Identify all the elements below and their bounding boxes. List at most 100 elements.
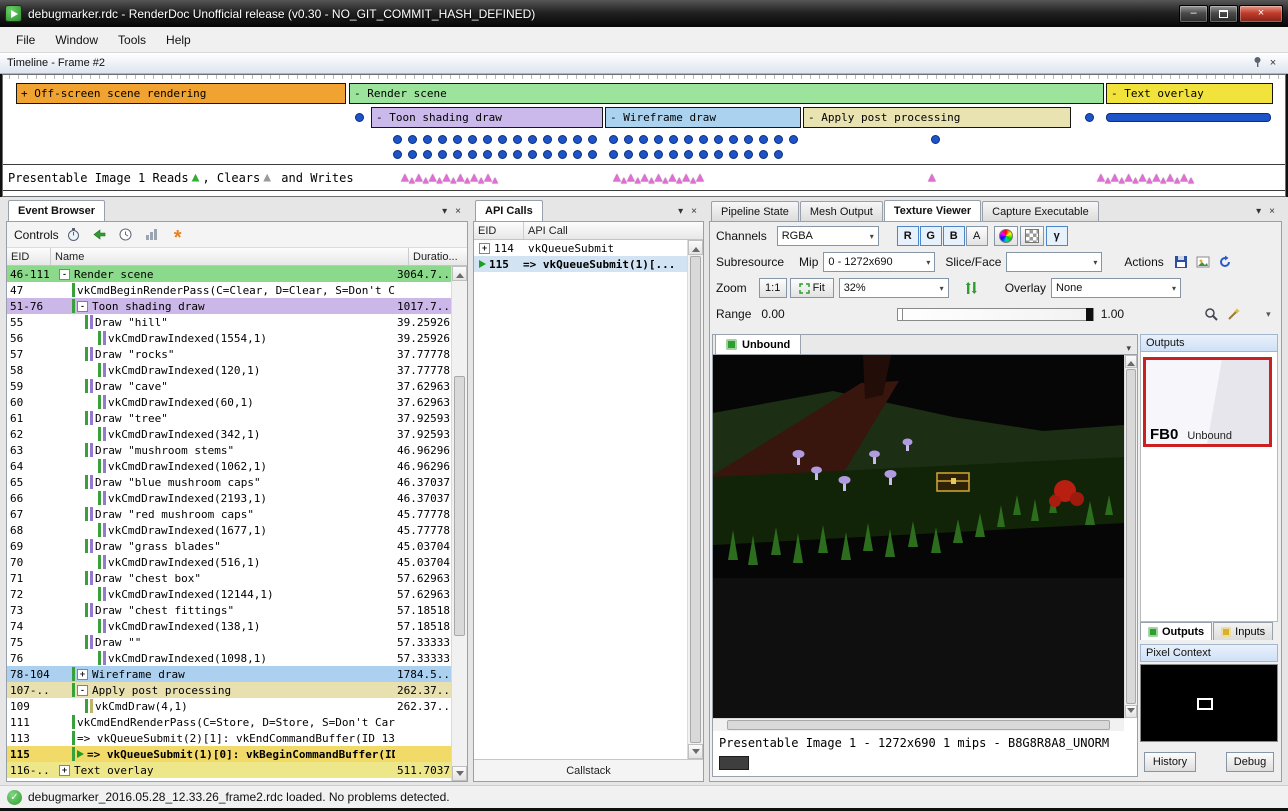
green-channel-button[interactable]: G [920, 226, 942, 246]
range-white-point-handle[interactable] [1086, 308, 1093, 321]
open-texture-list-button[interactable] [1192, 252, 1214, 272]
event-row[interactable]: 78-104+Wireframe draw1784.5... [7, 666, 451, 682]
event-row[interactable]: 57Draw "rocks"37.77778 [7, 346, 451, 362]
event-row[interactable]: 75Draw ""57.33333 [7, 634, 451, 650]
toolbar-overflow-icon[interactable]: ▾ [1266, 309, 1271, 320]
draw-call-pip[interactable] [528, 135, 537, 144]
draw-call-pip[interactable] [513, 135, 522, 144]
event-row[interactable]: 56vkCmdDrawIndexed(1554,1)39.25926 [7, 330, 451, 346]
scroll-up-arrow[interactable] [452, 266, 467, 281]
draw-call-pip[interactable] [438, 135, 447, 144]
draw-call-pip[interactable] [759, 135, 768, 144]
range-max-value[interactable]: 1.00 [1101, 307, 1124, 321]
event-row[interactable]: 72vkCmdDrawIndexed(12144,1)57.62963 [7, 586, 451, 602]
draw-call-pip[interactable] [543, 150, 552, 159]
draw-call-pip[interactable] [774, 135, 783, 144]
blue-channel-button[interactable]: B [943, 226, 965, 246]
draw-call-pip[interactable] [408, 135, 417, 144]
draw-call-pip[interactable] [558, 135, 567, 144]
draw-call-pip[interactable] [609, 135, 618, 144]
time-draws-button[interactable] [63, 225, 85, 245]
event-row[interactable]: 73Draw "chest fittings"57.18518 [7, 602, 451, 618]
draw-call-pip[interactable] [423, 135, 432, 144]
scroll-thumb[interactable] [454, 376, 465, 636]
draw-call-pip[interactable] [624, 135, 633, 144]
draw-call-pip[interactable] [423, 150, 432, 159]
tab-pipeline-state[interactable]: Pipeline State [711, 201, 799, 221]
callstack-section[interactable]: Callstack [474, 759, 703, 781]
api-call-row[interactable]: + 114 vkQueueSubmit [474, 240, 687, 256]
event-row[interactable]: 68vkCmdDrawIndexed(1677,1)45.77778 [7, 522, 451, 538]
event-activity-bar[interactable] [1106, 113, 1271, 122]
tab-api-calls[interactable]: API Calls [475, 200, 543, 221]
column-duration[interactable]: Duratio... [409, 248, 467, 265]
event-row[interactable]: 111vkCmdEndRenderPass(C=Store, D=Store, … [7, 714, 451, 730]
clock-button[interactable] [115, 225, 137, 245]
draw-call-pip[interactable] [573, 135, 582, 144]
zoom-range-button[interactable] [1200, 304, 1222, 324]
draw-call-pip[interactable] [498, 135, 507, 144]
color-wheel-button[interactable] [994, 226, 1018, 246]
menu-tools[interactable]: Tools [108, 29, 156, 51]
chevron-down-icon[interactable]: ▾ [678, 206, 683, 217]
draw-call-pip[interactable] [684, 150, 693, 159]
event-row[interactable]: 67Draw "red mushroom caps"45.77778 [7, 506, 451, 522]
event-row[interactable]: 71Draw "chest box"57.62963 [7, 570, 451, 586]
timeline-marker-bar[interactable]: - Text overlay [1106, 83, 1273, 104]
event-row[interactable]: 76vkCmdDrawIndexed(1098,1)57.33333 [7, 650, 451, 666]
draw-call-pip[interactable] [468, 135, 477, 144]
scroll-down-arrow[interactable] [452, 766, 467, 781]
output-fb0-thumbnail[interactable]: FB0 Unbound [1143, 357, 1272, 447]
event-row[interactable]: 65Draw "blue mushroom caps"46.37037 [7, 474, 451, 490]
draw-call-pip[interactable] [543, 135, 552, 144]
goto-current-event-button[interactable] [89, 225, 111, 245]
texture-horizontal-scrollbar[interactable] [713, 718, 1124, 731]
zoom-1to1-button[interactable]: 1:1 [759, 278, 787, 298]
zoom-percent-combo[interactable]: 32%▾ [839, 278, 949, 298]
draw-call-pip[interactable] [393, 150, 402, 159]
background-checker-button[interactable] [1020, 226, 1044, 246]
scroll-thumb[interactable] [690, 256, 701, 743]
flip-y-button[interactable] [961, 278, 983, 298]
draw-call-pip[interactable] [699, 135, 708, 144]
draw-call-pip[interactable] [654, 135, 663, 144]
close-icon[interactable]: × [455, 206, 461, 217]
mip-dropdown[interactable]: 0 - 1272x690▾ [823, 252, 935, 272]
expand-toggle[interactable]: + [59, 765, 70, 776]
range-min-value[interactable]: 0.00 [761, 307, 784, 321]
tab-inputs[interactable]: Inputs [1213, 622, 1273, 640]
pixel-context-view[interactable] [1140, 664, 1278, 742]
scroll-up-arrow[interactable] [1125, 355, 1137, 368]
event-row[interactable]: 62vkCmdDrawIndexed(342,1)37.92593 [7, 426, 451, 442]
scroll-up-arrow[interactable] [688, 240, 703, 255]
draw-call-pip[interactable] [744, 135, 753, 144]
draw-call-pip[interactable] [513, 150, 522, 159]
tab-texture-viewer[interactable]: Texture Viewer [884, 200, 981, 221]
menu-file[interactable]: File [6, 29, 45, 51]
chevron-down-icon[interactable]: ▾ [1256, 206, 1261, 217]
draw-call-pip[interactable] [483, 150, 492, 159]
chevron-down-icon[interactable]: ▾ [1126, 339, 1137, 354]
draw-call-pip[interactable] [438, 150, 447, 159]
bookmark-button[interactable]: * [167, 225, 189, 245]
api-calls-scrollbar[interactable] [687, 240, 703, 759]
draw-call-pip[interactable] [588, 150, 597, 159]
save-texture-button[interactable] [1170, 252, 1192, 272]
draw-call-pip[interactable] [453, 150, 462, 159]
stats-button[interactable] [141, 225, 163, 245]
chevron-down-icon[interactable]: ▾ [442, 206, 447, 217]
close-panel-icon[interactable]: × [1265, 56, 1281, 70]
write-marker-group[interactable]: ▲▲▲▲▲▲▲▲▲▲▲▲▲▲ [401, 170, 498, 186]
scroll-thumb[interactable] [1126, 369, 1136, 704]
zoom-fit-button[interactable]: Fit [790, 278, 834, 298]
event-row[interactable]: 51-76-Toon shading draw1017.7... [7, 298, 451, 314]
event-row[interactable]: 58vkCmdDrawIndexed(120,1)37.77778 [7, 362, 451, 378]
event-browser-scrollbar[interactable] [451, 266, 467, 781]
expand-toggle[interactable]: - [77, 301, 88, 312]
draw-call-pip[interactable] [789, 135, 798, 144]
texture-vertical-scrollbar[interactable] [1124, 355, 1137, 718]
tab-event-browser[interactable]: Event Browser [8, 200, 105, 221]
event-row[interactable]: 113=> vkQueueSubmit(2)[1]: vkEndCommandB… [7, 730, 451, 746]
write-marker-group[interactable]: ▲ [928, 170, 936, 186]
tab-outputs[interactable]: Outputs [1140, 622, 1212, 640]
